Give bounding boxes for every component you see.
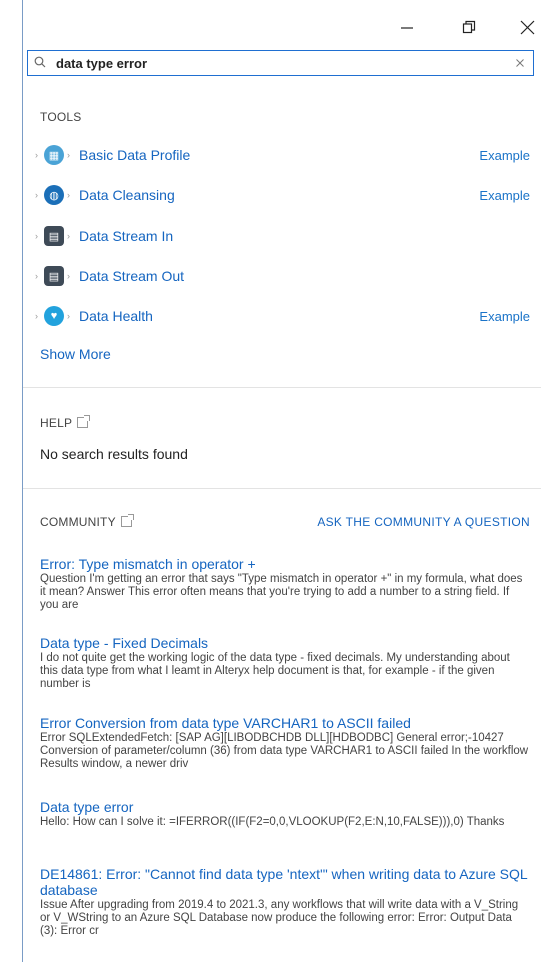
- divider: [23, 488, 541, 489]
- tool-name[interactable]: Basic Data Profile: [79, 147, 479, 163]
- chevron-right-icon: ›: [35, 190, 38, 200]
- tool-name[interactable]: Data Cleansing: [79, 187, 479, 203]
- close-icon: [516, 59, 524, 67]
- chevron-right-icon: ›: [67, 231, 70, 241]
- help-no-results: No search results found: [40, 446, 188, 462]
- clear-search-button[interactable]: [513, 56, 527, 70]
- chevron-right-icon: ›: [67, 190, 70, 200]
- restore-button[interactable]: [451, 14, 487, 40]
- result-title[interactable]: Data type error: [40, 799, 530, 815]
- result-title[interactable]: Data type - Fixed Decimals: [40, 635, 530, 651]
- data-cleansing-icon: ◍: [44, 185, 64, 205]
- result-title[interactable]: Error: Type mismatch in operator +: [40, 556, 530, 572]
- chevron-right-icon: ›: [35, 150, 38, 160]
- chevron-right-icon: ›: [35, 271, 38, 281]
- tool-item-data-cleansing[interactable]: › ◍ › Data Cleansing Example: [35, 182, 530, 208]
- data-stream-in-icon: ▤: [44, 226, 64, 246]
- chevron-right-icon: ›: [67, 150, 70, 160]
- community-result[interactable]: Data type error Hello: How can I solve i…: [40, 799, 530, 829]
- community-result[interactable]: Error: Type mismatch in operator + Quest…: [40, 556, 530, 612]
- restore-icon: [462, 20, 476, 34]
- external-link-icon: [77, 415, 91, 428]
- search-input[interactable]: data type error: [56, 56, 513, 71]
- close-icon: [520, 20, 534, 34]
- community-result[interactable]: Error Conversion from data type VARCHAR1…: [40, 715, 530, 771]
- tool-name[interactable]: Data Stream In: [79, 228, 530, 244]
- result-snippet: Error SQLExtendedFetch: [SAP AG][LIBODBC…: [40, 732, 529, 770]
- help-heading[interactable]: HELP: [40, 415, 91, 430]
- search-panel-window: data type error TOOLS › ▦ › Basic Data P…: [22, 0, 541, 962]
- chevron-right-icon: ›: [35, 231, 38, 241]
- tool-item-data-stream-in[interactable]: › ▤ › Data Stream In: [35, 223, 530, 249]
- data-profile-icon: ▦: [44, 145, 64, 165]
- result-snippet: Question I'm getting an error that says …: [40, 573, 523, 611]
- community-result[interactable]: DE14861: Error: "Cannot find data type '…: [40, 866, 530, 938]
- tool-item-data-health[interactable]: › ♥ › Data Health Example: [35, 303, 530, 329]
- result-snippet: Issue After upgrading from 2019.4 to 202…: [40, 899, 519, 937]
- tool-item-data-stream-out[interactable]: › ▤ › Data Stream Out: [35, 263, 530, 289]
- data-stream-out-icon: ▤: [44, 266, 64, 286]
- community-heading[interactable]: COMMUNITY: [40, 514, 134, 529]
- result-title[interactable]: DE14861: Error: "Cannot find data type '…: [40, 866, 530, 898]
- search-box[interactable]: data type error: [27, 50, 534, 76]
- divider: [23, 387, 541, 388]
- chevron-right-icon: ›: [35, 311, 38, 321]
- close-button[interactable]: [509, 14, 541, 40]
- minimize-button[interactable]: [389, 14, 425, 40]
- show-more-link[interactable]: Show More: [40, 346, 111, 362]
- chevron-right-icon: ›: [67, 271, 70, 281]
- tool-item-basic-data-profile[interactable]: › ▦ › Basic Data Profile Example: [35, 142, 530, 168]
- example-link[interactable]: Example: [479, 309, 530, 324]
- tool-name[interactable]: Data Health: [79, 308, 479, 324]
- minimize-icon: [401, 27, 413, 29]
- title-bar: [23, 0, 541, 48]
- result-snippet: I do not quite get the working logic of …: [40, 652, 510, 690]
- example-link[interactable]: Example: [479, 148, 530, 163]
- community-heading-label: COMMUNITY: [40, 515, 116, 529]
- chevron-right-icon: ›: [67, 311, 70, 321]
- external-link-icon: [120, 514, 134, 527]
- data-health-icon: ♥: [44, 306, 64, 326]
- result-title[interactable]: Error Conversion from data type VARCHAR1…: [40, 715, 530, 731]
- result-snippet: Hello: How can I solve it: =IFERROR((IF(…: [40, 816, 505, 828]
- example-link[interactable]: Example: [479, 188, 530, 203]
- tools-heading: TOOLS: [40, 110, 82, 124]
- help-heading-label: HELP: [40, 416, 73, 430]
- search-icon: [34, 55, 52, 71]
- community-result[interactable]: Data type - Fixed Decimals I do not quit…: [40, 635, 530, 691]
- tool-name[interactable]: Data Stream Out: [79, 268, 530, 284]
- ask-community-link[interactable]: ASK THE COMMUNITY A QUESTION: [317, 515, 530, 529]
